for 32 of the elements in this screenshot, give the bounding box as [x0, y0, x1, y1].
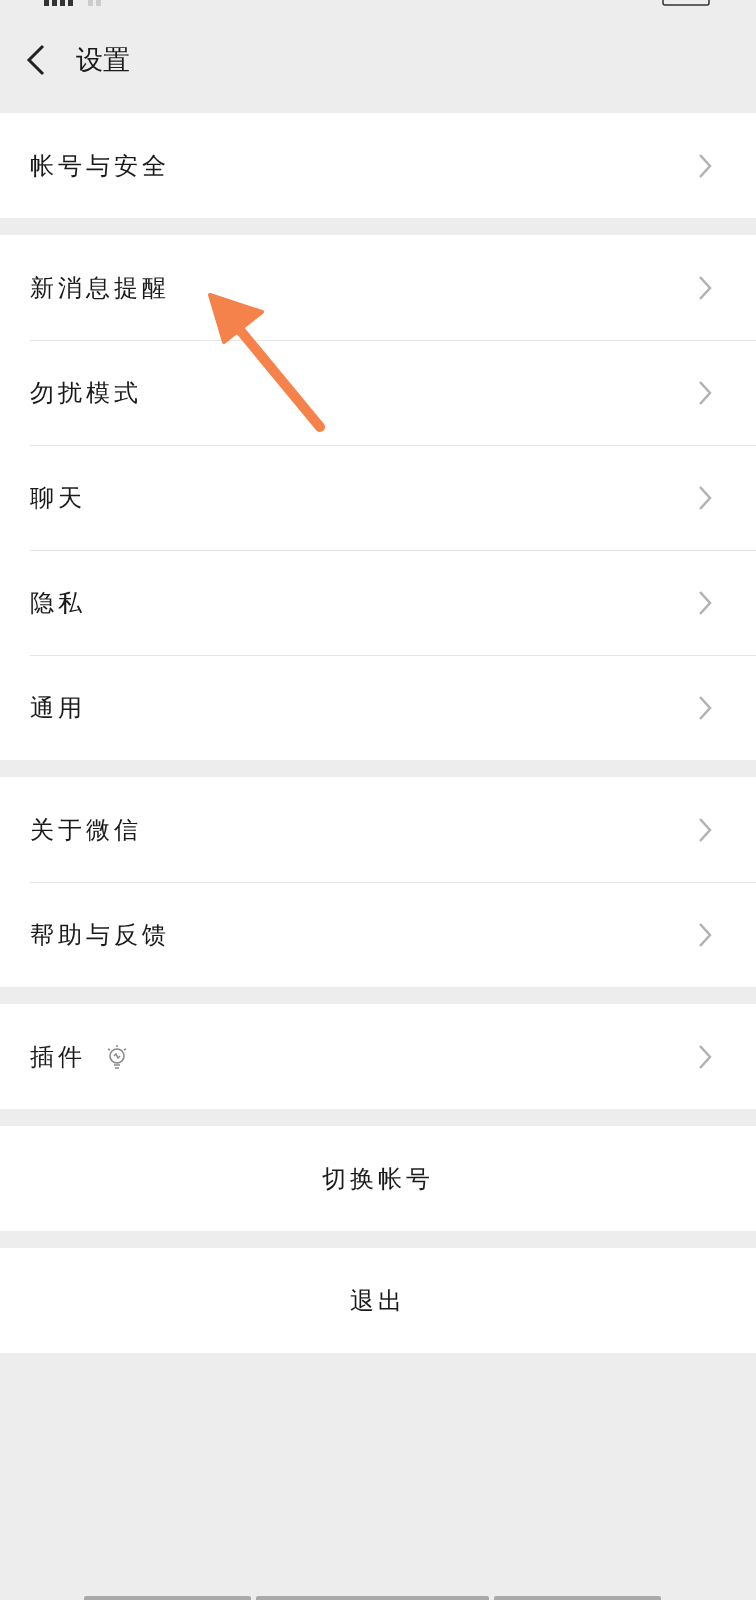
item-label: 通用 — [30, 692, 86, 724]
chevron-icon — [698, 484, 712, 511]
action-button[interactable]: 切换帐号 — [0, 1126, 756, 1231]
item-label: 帐号与安全 — [30, 150, 170, 182]
page-title: 设置 — [76, 42, 130, 77]
chevron-icon — [698, 274, 712, 301]
item-label: 聊天 — [30, 482, 86, 514]
settings-item[interactable]: 帐号与安全 — [0, 113, 756, 218]
lightbulb-icon — [106, 1043, 128, 1070]
settings-item[interactable]: 隐私 — [0, 550, 756, 655]
back-icon[interactable] — [26, 43, 46, 76]
item-label: 关于微信 — [30, 814, 142, 846]
item-label: 隐私 — [30, 587, 86, 619]
chevron-icon — [698, 589, 712, 616]
chevron-icon — [698, 152, 712, 179]
chevron-icon — [698, 694, 712, 721]
chevron-icon — [698, 1043, 712, 1070]
chevron-icon — [698, 921, 712, 948]
action-button[interactable]: 退出 — [0, 1248, 756, 1353]
settings-item[interactable]: 插件 — [0, 1004, 756, 1109]
settings-item[interactable]: 帮助与反馈 — [0, 882, 756, 987]
settings-item[interactable]: 通用 — [0, 655, 756, 760]
item-label: 插件 — [30, 1041, 86, 1073]
chevron-icon — [698, 816, 712, 843]
settings-item[interactable]: 勿扰模式 — [0, 340, 756, 445]
chevron-icon — [698, 379, 712, 406]
item-label: 新消息提醒 — [30, 272, 170, 304]
item-label: 勿扰模式 — [30, 377, 142, 409]
settings-item[interactable]: 聊天 — [0, 445, 756, 550]
settings-item[interactable]: 新消息提醒 — [0, 235, 756, 340]
item-label: 帮助与反馈 — [30, 919, 170, 951]
settings-item[interactable]: 关于微信 — [0, 777, 756, 882]
